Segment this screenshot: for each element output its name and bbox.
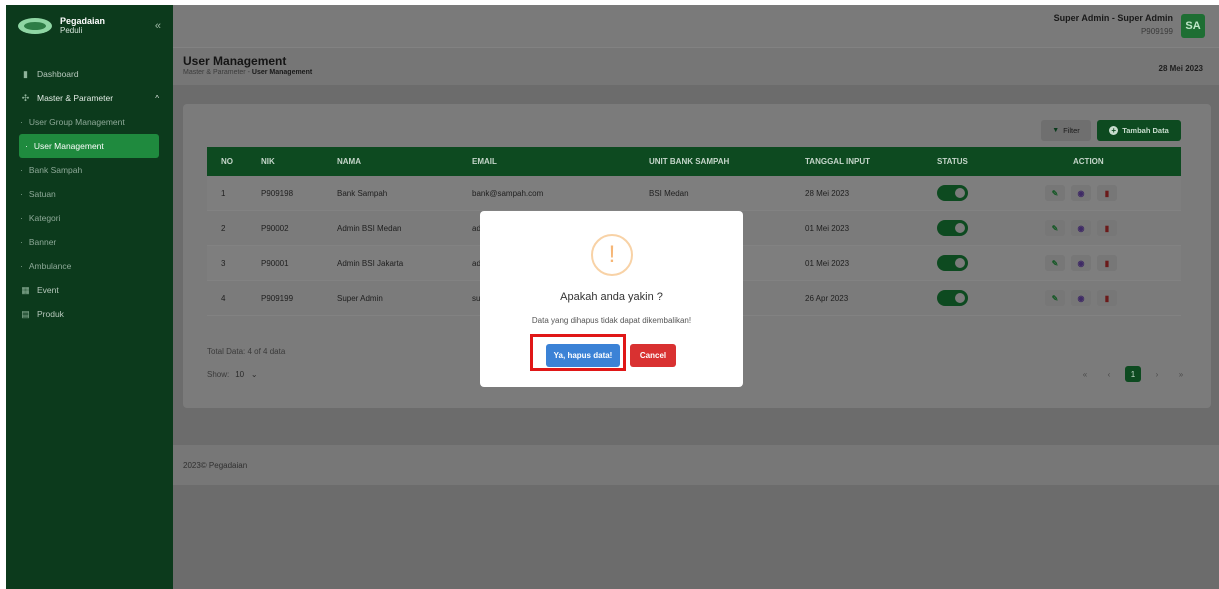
user-id: P909199 [1140,27,1173,36]
status-toggle[interactable] [937,255,968,271]
sidebar-menu: ▮ Dashboard ✣ Master & Parameter ^ · Use… [6,62,173,326]
status-toggle[interactable] [937,290,968,306]
eye-icon[interactable]: ◉ [1071,220,1091,236]
sidebar-item-dashboard[interactable]: ▮ Dashboard [6,62,173,86]
table-header: NO NIK NAMA EMAIL UNIT BANK SAMPAH TANGG… [207,147,1181,176]
collapse-sidebar-icon[interactable]: « [155,20,161,32]
cancel-button[interactable]: Cancel [630,344,676,367]
sidebar-item-label: Produk [37,309,64,319]
column-header[interactable]: EMAIL [472,157,497,166]
sidebar-item-satuan[interactable]: · Satuan [6,182,173,206]
column-header[interactable]: NO [221,157,233,166]
filter-button[interactable]: ▼ Filter [1041,120,1091,141]
eye-icon[interactable]: ◉ [1071,255,1091,271]
dashboard-icon: ▮ [23,68,28,79]
trash-icon[interactable]: ▮ [1097,255,1117,271]
column-header[interactable]: STATUS [937,157,968,166]
dialog-message: Data yang dihapus tidak dapat dikembalik… [531,316,692,325]
user-info[interactable]: Super Admin - Super Admin P909199 [1054,13,1173,36]
user-name: Super Admin - Super Admin [1053,13,1173,23]
sidebar-item-user-management[interactable]: · User Management [19,134,159,158]
grid-icon: ▤ [21,308,30,319]
footer-copyright: 2023© Pegadaian [183,461,248,470]
settings-icon: ✣ [21,92,30,103]
page-date: 28 Mei 2023 [1158,64,1203,73]
last-page-icon[interactable]: » [1173,366,1189,382]
sidebar-item-bank-sampah[interactable]: · Bank Sampah [6,158,173,182]
trash-icon[interactable]: ▮ [1097,220,1117,236]
page-title: User Management [183,54,287,68]
page-button[interactable]: 1 [1125,366,1141,382]
total-data-label: Total Data: 4 of 4 data [207,347,286,356]
topbar: Super Admin - Super Admin P909199 SA [173,5,1219,47]
breadcrumb: Master & Parameter - User Management [183,69,313,76]
breadcrumb-root[interactable]: Master & Parameter [183,69,246,76]
column-header: ACTION [1073,157,1104,166]
plus-circle-icon: + [1109,126,1119,135]
eye-icon[interactable]: ◉ [1071,185,1091,201]
sidebar-item-event[interactable]: ▦ Event [6,278,173,302]
page-size-select[interactable]: 10 ⌄ [235,370,257,379]
status-toggle[interactable] [937,185,968,201]
chevron-down-icon: ⌄ [246,370,258,379]
sidebar-item-master-parameter[interactable]: ✣ Master & Parameter ^ [6,86,173,110]
sidebar-item-produk[interactable]: ▤ Produk [6,302,173,326]
table-row: 1 P909198 Bank Sampah bank@sampah.com BS… [207,176,1181,211]
delete-confirm-dialog: ! Apakah anda yakin ? Data yang dihapus … [480,211,743,387]
filter-icon: ▼ [1052,127,1060,134]
sidebar: Pegadaian Peduli « ▮ Dashboard ✣ Master … [6,5,173,589]
chevron-up-icon: ^ [155,93,159,103]
sidebar-item-banner[interactable]: · Banner [6,230,173,254]
trash-icon[interactable]: ▮ [1097,185,1117,201]
page-size-selector: Show: 10 ⌄ [207,370,258,379]
status-toggle[interactable] [937,220,968,236]
breadcrumb-current: User Management [251,69,313,76]
sidebar-item-label: Master & Parameter [37,93,114,103]
prev-page-icon[interactable]: ‹ [1101,366,1117,382]
next-page-icon[interactable]: › [1149,366,1165,382]
dialog-title: Apakah anda yakin ? [560,291,663,303]
sidebar-item-label: Dashboard [37,69,79,79]
edit-icon[interactable]: ✎ [1045,290,1065,306]
pagination: « ‹ 1 › » [1077,366,1189,382]
sidebar-item-ambulance[interactable]: · Ambulance [6,254,173,278]
edit-icon[interactable]: ✎ [1045,220,1065,236]
edit-icon[interactable]: ✎ [1045,255,1065,271]
footer: 2023© Pegadaian [173,445,1219,485]
calendar-icon: ▦ [21,284,30,295]
brand-title: Pegadaian [60,15,106,26]
column-header[interactable]: NIK [261,157,275,166]
edit-icon[interactable]: ✎ [1045,185,1065,201]
warning-icon: ! [591,234,633,276]
sidebar-item-user-group-management[interactable]: · User Group Management [6,110,173,134]
avatar[interactable]: SA [1181,14,1205,38]
column-header[interactable]: TANGGAL INPUT [805,157,870,166]
pegadaian-logo-icon [18,17,52,34]
sidebar-item-kategori[interactable]: · Kategori [6,206,173,230]
add-data-button[interactable]: + Tambah Data [1097,120,1181,141]
confirm-delete-button[interactable]: Ya, hapus data! [546,344,620,367]
sidebar-item-label: Event [37,285,59,295]
page-header: User Management Master & Parameter - Use… [173,47,1219,85]
column-header[interactable]: NAMA [337,157,361,166]
first-page-icon[interactable]: « [1077,366,1093,382]
trash-icon[interactable]: ▮ [1097,290,1117,306]
eye-icon[interactable]: ◉ [1071,290,1091,306]
brand: Pegadaian Peduli « [6,5,173,46]
brand-subtitle: Peduli [60,25,83,35]
column-header[interactable]: UNIT BANK SAMPAH [649,157,729,166]
